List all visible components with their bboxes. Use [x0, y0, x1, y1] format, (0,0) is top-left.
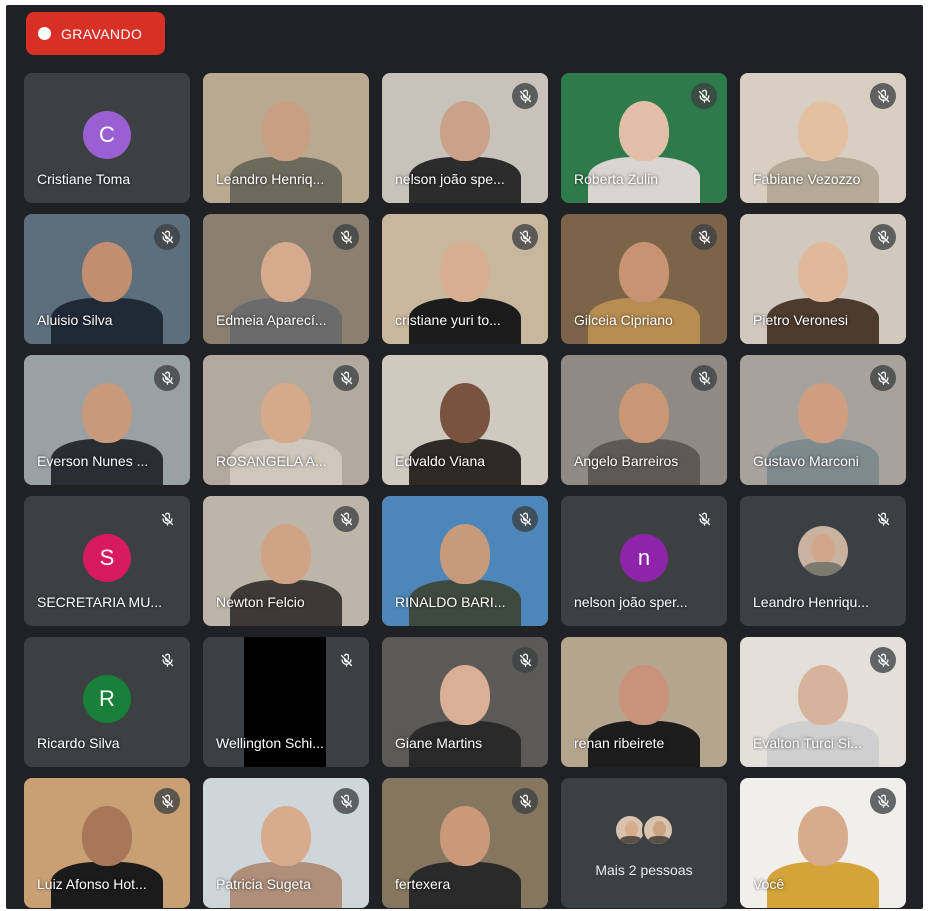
mic-off-icon — [512, 788, 538, 814]
participant-tile[interactable]: Patricia Sugeta — [203, 778, 369, 908]
mic-off-icon — [691, 506, 717, 532]
participant-tile[interactable]: S SECRETARIA MU... — [24, 496, 190, 626]
more-avatars-stack — [614, 814, 674, 846]
participant-name: Edmeia Aparecí... — [216, 312, 327, 328]
participant-tile[interactable]: n nelson joão sper... — [561, 496, 727, 626]
participant-name: Aluisio Silva — [37, 312, 113, 328]
participant-tile[interactable]: Pietro Veronesi — [740, 214, 906, 344]
participant-name: SECRETARIA MU... — [37, 594, 162, 610]
mic-off-icon — [154, 224, 180, 250]
participant-name: renan ribeirete — [574, 735, 665, 751]
participant-name: Wellington Schi... — [216, 735, 324, 751]
participant-name: Gilceia Cipriano — [574, 312, 673, 328]
mic-off-icon — [870, 647, 896, 673]
participant-name: Você — [753, 876, 785, 892]
mic-off-icon — [870, 506, 896, 532]
participant-name: ROSANGELA A... — [216, 453, 327, 469]
participant-tile[interactable]: Luiz Afonso Hot... — [24, 778, 190, 908]
participant-tile[interactable]: Wellington Schi... — [203, 637, 369, 767]
mic-off-icon — [691, 365, 717, 391]
participant-name: Newton Felcio — [216, 594, 305, 610]
more-participants-tile[interactable]: Mais 2 pessoas — [561, 778, 727, 908]
participant-tile[interactable]: Edmeia Aparecí... — [203, 214, 369, 344]
participant-tile[interactable]: renan ribeirete — [561, 637, 727, 767]
mic-off-icon — [154, 506, 180, 532]
mic-off-icon — [512, 224, 538, 250]
participant-avatar: R — [83, 675, 131, 723]
mic-off-icon — [512, 506, 538, 532]
participant-tile[interactable]: RINALDO BARI... — [382, 496, 548, 626]
mic-off-icon — [870, 788, 896, 814]
participant-tile[interactable]: Fabiane Vezozzo — [740, 73, 906, 203]
participant-name: Patricia Sugeta — [216, 876, 311, 892]
participant-tile[interactable]: R Ricardo Silva — [24, 637, 190, 767]
participant-name: fertexera — [395, 876, 451, 892]
mic-off-icon — [154, 647, 180, 673]
participant-name: nelson joão spe... — [395, 171, 505, 187]
participant-name: Angelo Barreiros — [574, 453, 679, 469]
participant-tile[interactable]: Edvaldo Viana — [382, 355, 548, 485]
participant-name: Everson Nunes ... — [37, 453, 149, 469]
participant-grid: C Cristiane Toma Leandro Henriq... nelson j… — [24, 73, 906, 908]
participant-avatar: S — [83, 534, 131, 582]
record-dot-icon — [38, 27, 51, 40]
mic-off-icon — [512, 83, 538, 109]
participant-tile[interactable]: ROSANGELA A... — [203, 355, 369, 485]
participant-avatar: n — [620, 534, 668, 582]
participant-tile[interactable]: Newton Felcio — [203, 496, 369, 626]
mic-off-icon — [333, 788, 359, 814]
mic-off-icon — [333, 224, 359, 250]
participant-name: cristiane yuri to... — [395, 312, 501, 328]
participant-tile[interactable]: nelson joão spe... — [382, 73, 548, 203]
mic-off-icon — [870, 83, 896, 109]
participant-name: Roberta Zulin — [574, 171, 659, 187]
participant-photo-avatar — [798, 526, 848, 576]
participant-tile[interactable]: Everson Nunes ... — [24, 355, 190, 485]
participant-tile[interactable]: Aluisio Silva — [24, 214, 190, 344]
mic-off-icon — [870, 365, 896, 391]
participant-tile[interactable]: Giane Martins — [382, 637, 548, 767]
participant-name: Ricardo Silva — [37, 735, 120, 751]
mic-off-icon — [154, 365, 180, 391]
participant-tile[interactable]: Evalton Turci Si... — [740, 637, 906, 767]
mic-off-icon — [870, 224, 896, 250]
mic-off-icon — [512, 647, 538, 673]
participant-name: Giane Martins — [395, 735, 483, 751]
participant-tile[interactable]: Você — [740, 778, 906, 908]
participant-tile[interactable]: Roberta Zulin — [561, 73, 727, 203]
participant-avatar: C — [83, 111, 131, 159]
mic-off-icon — [333, 506, 359, 532]
participant-tile[interactable]: Leandro Henriqu... — [740, 496, 906, 626]
participant-tile[interactable]: Gustavo Marconi — [740, 355, 906, 485]
participant-name: Cristiane Toma — [37, 171, 131, 187]
meeting-stage: GRAVANDO C Cristiane Toma Leandro Henriq..… — [6, 5, 923, 909]
mic-off-icon — [691, 83, 717, 109]
participant-name: Gustavo Marconi — [753, 453, 859, 469]
participant-tile[interactable]: C Cristiane Toma — [24, 73, 190, 203]
participant-tile[interactable]: Angelo Barreiros — [561, 355, 727, 485]
participant-name: Luiz Afonso Hot... — [37, 876, 147, 892]
mic-off-icon — [691, 224, 717, 250]
participant-tile[interactable]: Leandro Henriq... — [203, 73, 369, 203]
participant-tile[interactable]: cristiane yuri to... — [382, 214, 548, 344]
participant-name: Pietro Veronesi — [753, 312, 848, 328]
participant-name: Evalton Turci Si... — [753, 735, 862, 751]
mic-off-icon — [154, 788, 180, 814]
participant-name: RINALDO BARI... — [395, 594, 506, 610]
more-participants-label: Mais 2 pessoas — [595, 862, 693, 878]
participant-name: Leandro Henriq... — [216, 171, 325, 187]
participant-name: Leandro Henriqu... — [753, 594, 869, 610]
mic-off-icon — [333, 647, 359, 673]
participant-tile[interactable]: fertexera — [382, 778, 548, 908]
mic-off-icon — [333, 365, 359, 391]
recording-label: GRAVANDO — [61, 25, 143, 42]
mini-avatar — [642, 814, 674, 846]
participant-name: Edvaldo Viana — [395, 453, 486, 469]
participant-name: Fabiane Vezozzo — [753, 171, 861, 187]
participant-name: nelson joão sper... — [574, 594, 688, 610]
participant-tile[interactable]: Gilceia Cipriano — [561, 214, 727, 344]
recording-indicator[interactable]: GRAVANDO — [26, 12, 165, 55]
